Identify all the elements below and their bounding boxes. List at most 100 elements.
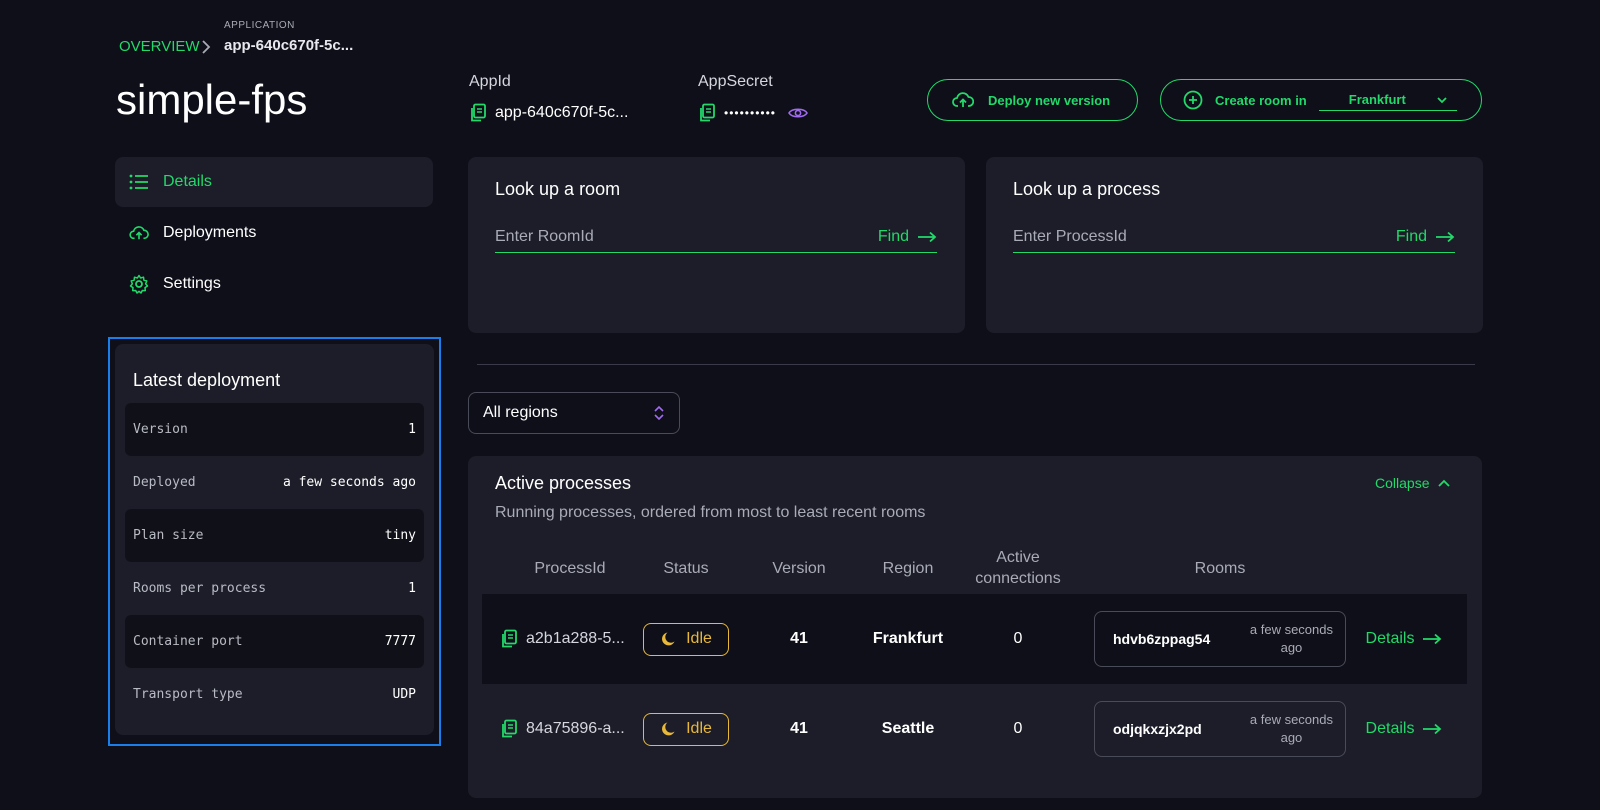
sidebar-item-deployments[interactable]: Deployments	[115, 208, 433, 258]
column-header-version: Version	[772, 560, 826, 577]
room-id: odjqkxzjx2pd	[1113, 721, 1202, 737]
cloud-upload-icon	[129, 225, 149, 241]
find-room-button[interactable]: Find	[878, 228, 937, 246]
arrow-right-icon	[917, 231, 937, 243]
lookup-process-title: Look up a process	[1013, 179, 1161, 199]
row-label: Plan size	[133, 528, 204, 543]
arrow-right-icon	[1422, 723, 1442, 735]
lookup-process-field: Find	[1013, 221, 1455, 253]
column-header-rooms: Rooms	[1194, 560, 1246, 577]
details-link[interactable]: Details	[1366, 630, 1443, 648]
status-cell: Idle	[636, 684, 736, 774]
create-room-button[interactable]: Create room in Frankfurt	[1160, 79, 1482, 121]
details-cell: Details	[1354, 684, 1454, 774]
breadcrumb-app: app-640c670f-5c...	[224, 37, 354, 54]
gear-icon	[129, 274, 149, 294]
copy-icon[interactable]	[500, 629, 518, 649]
chevron-up-icon	[1437, 479, 1451, 488]
latest-deployment-title: Latest deployment	[133, 370, 281, 390]
row-label: Version	[133, 422, 188, 437]
create-room-region-select[interactable]: Frankfurt	[1318, 89, 1457, 111]
connections-cell: 0	[1013, 720, 1023, 737]
deployment-row-container-port: Container port 7777	[125, 615, 424, 668]
regions-select[interactable]: All regions	[468, 392, 680, 434]
details-label: Details	[1365, 630, 1415, 647]
row-value: 7777	[384, 634, 416, 649]
room-chip[interactable]: odjqkxzjx2pd a few seconds ago	[1094, 701, 1346, 757]
active-processes-card: Active processes Running processes, orde…	[468, 456, 1482, 798]
sidebar-item-label: Settings	[163, 275, 221, 292]
page-title: simple-fps	[116, 76, 308, 123]
arrow-right-icon	[1435, 231, 1455, 243]
list-icon	[129, 174, 149, 190]
table-row: 84a75896-a... Idle 41 Seattle 0 odjqkxzj…	[482, 684, 1467, 774]
process-id-input[interactable]	[1013, 227, 1333, 246]
appsecret-label: AppSecret	[698, 73, 773, 90]
section-divider	[477, 364, 1475, 365]
row-label: Container port	[133, 634, 243, 649]
copy-icon[interactable]	[698, 103, 716, 123]
row-value: tiny	[384, 528, 416, 543]
deployment-row-deployed: Deployed a few seconds ago	[125, 456, 424, 509]
version-cell: 41	[790, 630, 808, 647]
appsecret-masked: ••••••••••	[724, 106, 777, 120]
sidebar-item-settings[interactable]: Settings	[115, 259, 433, 309]
status-badge: Idle	[643, 712, 729, 746]
region-cell: Frankfurt	[872, 630, 944, 647]
copy-icon[interactable]	[500, 719, 518, 739]
find-process-button[interactable]: Find	[1396, 228, 1455, 246]
deploy-new-version-button[interactable]: Deploy new version	[927, 79, 1138, 121]
find-label: Find	[1395, 227, 1427, 245]
breadcrumb-overview-link[interactable]: OVERVIEW	[119, 38, 200, 55]
room-time-line: a few seconds	[1249, 622, 1333, 637]
row-label: Deployed	[133, 475, 196, 490]
room-time-line: ago	[1280, 730, 1303, 745]
deploy-new-version-label: Deploy new version	[988, 92, 1111, 108]
room-time-line: ago	[1280, 640, 1303, 655]
process-id-cell: 84a75896-a...	[500, 684, 640, 774]
status-text: Idle	[686, 630, 712, 647]
plus-circle-icon	[1183, 90, 1203, 110]
cloud-upload-icon	[952, 91, 974, 109]
appid-value: app-640c670f-5c...	[469, 103, 628, 123]
status-text: Idle	[686, 720, 712, 737]
deployment-row-plan-size: Plan size tiny	[125, 509, 424, 562]
status-cell: Idle	[636, 594, 736, 684]
lookup-room-field: Find	[495, 221, 937, 253]
eye-icon[interactable]	[788, 106, 808, 120]
collapse-label: Collapse	[1375, 475, 1430, 491]
chevron-right-icon	[200, 38, 212, 56]
appid-label: AppId	[469, 73, 511, 90]
deployment-row-version: Version 1	[125, 403, 424, 456]
room-id: hdvb6zppag54	[1113, 631, 1211, 647]
details-label: Details	[1365, 720, 1415, 737]
chevron-updown-icon	[653, 404, 665, 422]
sidebar-item-label: Details	[163, 173, 212, 190]
version-cell: 41	[790, 720, 808, 737]
room-time: a few seconds ago	[1250, 711, 1333, 747]
appsecret-value: ••••••••••	[698, 103, 808, 123]
row-value: a few seconds ago	[282, 475, 416, 490]
room-chip[interactable]: hdvb6zppag54 a few seconds ago	[1094, 611, 1346, 667]
latest-deployment-card: Latest deployment Version 1 Deployed a f…	[115, 344, 434, 735]
chevron-down-icon	[1436, 96, 1448, 104]
column-header-active-connections: Active connections	[958, 547, 1078, 589]
moon-icon	[660, 630, 678, 648]
arrow-right-icon	[1422, 633, 1442, 645]
details-cell: Details	[1354, 594, 1454, 684]
details-link[interactable]: Details	[1366, 720, 1443, 738]
process-id-cell: a2b1a288-5...	[500, 594, 640, 684]
row-value: UDP	[392, 687, 416, 702]
breadcrumb-app-label: APPLICATION	[224, 20, 295, 31]
process-id-text: 84a75896-a...	[526, 720, 625, 737]
sidebar-item-details[interactable]: Details	[115, 157, 433, 207]
create-room-region-value: Frankfurt	[1348, 92, 1406, 107]
sidebar-item-label: Deployments	[163, 224, 257, 241]
table-row: a2b1a288-5... Idle 41 Frankfurt 0 hdvb6z…	[482, 594, 1467, 684]
room-id-input[interactable]	[495, 227, 815, 246]
room-time-line: a few seconds	[1249, 712, 1333, 727]
collapse-button[interactable]: Collapse	[1375, 475, 1451, 491]
copy-icon[interactable]	[469, 103, 487, 123]
active-processes-title: Active processes	[495, 473, 632, 493]
deployment-row-rooms-per-process: Rooms per process 1	[125, 562, 424, 615]
